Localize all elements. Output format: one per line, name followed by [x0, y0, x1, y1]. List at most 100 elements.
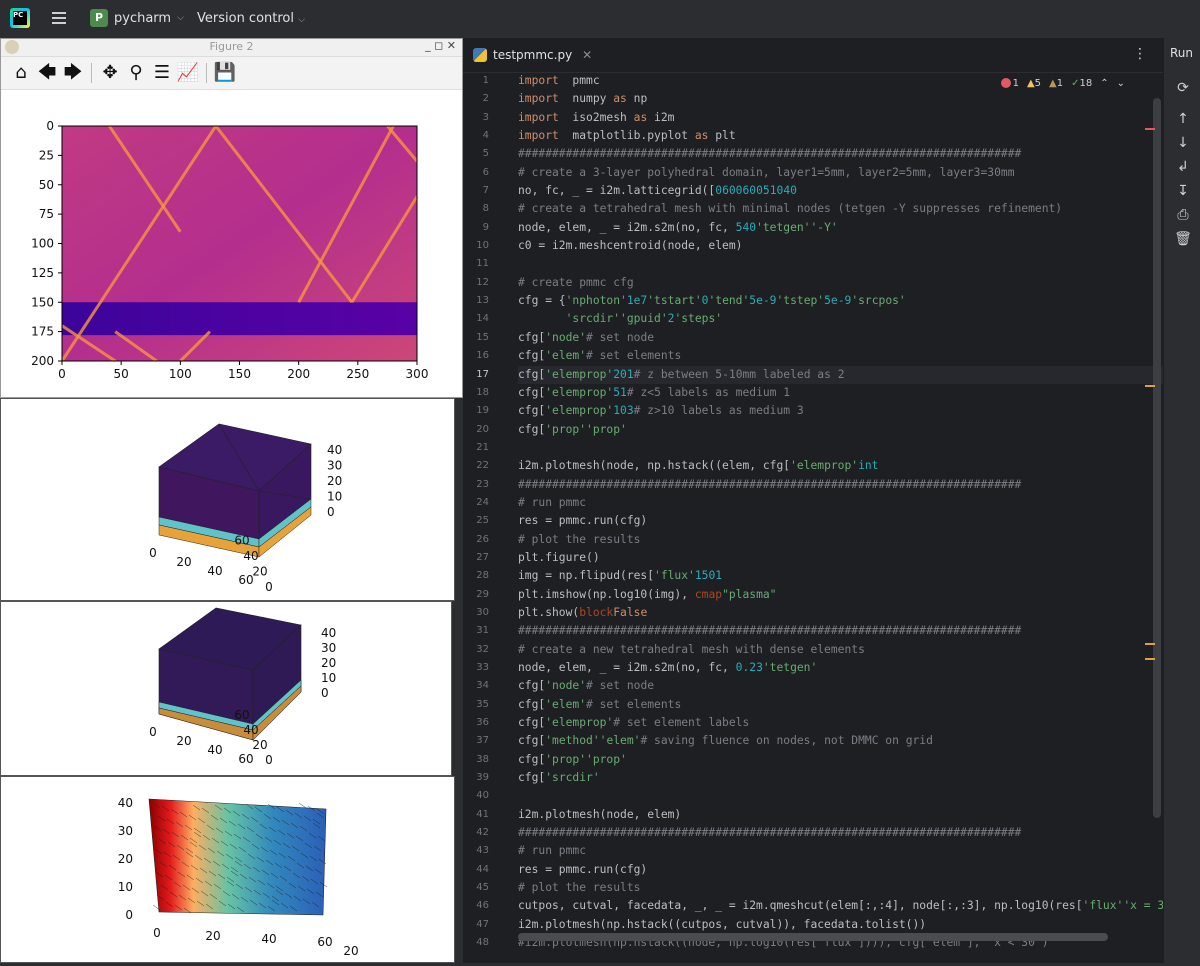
scroll-end-icon[interactable]: ↧ — [1173, 183, 1193, 199]
code-line[interactable]: node, elem, _ = i2m.s2m(no, fc, 540'tetg… — [518, 219, 1163, 237]
code-token: 5 — [762, 184, 770, 198]
code-line[interactable]: ########################################… — [518, 824, 1163, 842]
code-token: iso2mesh — [558, 110, 634, 124]
code-line[interactable]: 'srcdir''gpuid'2'steps' — [518, 310, 1163, 328]
code-line[interactable]: plt.figure() — [518, 549, 1163, 567]
code-line[interactable]: node, elem, _ = i2m.s2m(no, fc, 0.23'tet… — [518, 659, 1163, 677]
tab-testpmmc[interactable]: testpmmc.py ✕ — [473, 38, 592, 72]
axes-icon[interactable]: 📈 — [176, 61, 200, 85]
code-line[interactable]: import iso2mesh as i2m — [518, 109, 1163, 127]
code-line[interactable]: cfg['elemprop'103# z>10 labels as medium… — [518, 402, 1163, 420]
code-token: img = np.flipud(res[ — [518, 569, 655, 583]
code-line[interactable]: cfg['elemprop'201# z between 5-10mm labe… — [518, 365, 1163, 384]
code-token: i2m — [647, 110, 675, 124]
code-line[interactable]: i2m.plotmesh(node, np.hstack((elem, cfg[… — [518, 457, 1163, 475]
warning-stripe-marker[interactable] — [1145, 658, 1155, 660]
warning-stripe-marker[interactable] — [1145, 385, 1155, 387]
pycharm-logo-icon[interactable]: PC — [10, 8, 30, 28]
y-tick-label: 0 — [265, 580, 273, 594]
main-menu-icon[interactable] — [52, 12, 66, 24]
code-line[interactable]: res = pmmc.run(cfg) — [518, 861, 1163, 879]
rerun-icon[interactable]: ⟳ — [1173, 80, 1193, 96]
code-area[interactable]: import pmmc import numpy as np import iso2… — [518, 72, 1178, 953]
code-line[interactable]: res = pmmc.run(cfg) — [518, 512, 1163, 530]
code-line[interactable]: # run pmmc — [518, 494, 1163, 512]
line-number: 18 — [476, 386, 489, 398]
horizontal-scrollbar[interactable] — [518, 933, 1108, 941]
code-line[interactable]: import numpy as np — [518, 90, 1163, 108]
code-line[interactable]: # create pmmc cfg — [518, 274, 1163, 292]
error-stripe-marker[interactable] — [1145, 128, 1155, 130]
trash-icon[interactable]: 🗑 — [1173, 231, 1193, 247]
zoom-icon[interactable]: ⚲ — [124, 61, 148, 85]
code-line[interactable]: i2m.plotmesh(node, elem) — [518, 806, 1163, 824]
code-line[interactable]: ########################################… — [518, 622, 1163, 640]
code-line[interactable]: cfg['node'# set node — [518, 329, 1163, 347]
code-token: import — [518, 129, 559, 143]
code-line[interactable]: cfg['prop''prop' — [518, 421, 1163, 439]
vcs-selector[interactable]: Version control ⌵ — [197, 11, 305, 26]
close-icon[interactable]: ✕ — [582, 48, 592, 62]
code-line[interactable]: cutpos, cutval, facedata, _, _ = i2m.qme… — [518, 897, 1178, 915]
code-line[interactable]: # create a 3-layer polyhedral domain, la… — [518, 164, 1163, 182]
down-arrow-icon[interactable]: ↓ — [1173, 135, 1193, 151]
pan-icon[interactable]: ✥ — [98, 61, 122, 85]
forward-icon[interactable]: 🡆 — [61, 61, 85, 85]
code-token: 5e-9 — [749, 294, 777, 308]
window-controls[interactable]: _ ◻ ✕ — [425, 39, 456, 52]
code-line[interactable]: cfg['method''elem'# saving fluence on no… — [518, 732, 1163, 750]
code-line[interactable]: cfg['elem'# set elements — [518, 347, 1163, 365]
code-line[interactable]: plt.show(blockFalse — [518, 604, 1163, 622]
code-line[interactable]: # run pmmc — [518, 842, 1163, 860]
code-line[interactable]: # plot the results — [518, 531, 1163, 549]
code-token: 'elemprop' — [545, 716, 614, 730]
heatmap-low-band — [62, 302, 417, 336]
more-options-icon[interactable]: ⋮ — [1133, 46, 1147, 62]
code-token: cfg[ — [518, 679, 546, 693]
run-label[interactable]: Run — [1170, 46, 1193, 60]
z-tick-label: 30 — [118, 824, 133, 838]
toolbar-separator — [206, 63, 207, 83]
code-line[interactable]: cfg['elemprop'# set element labels — [518, 714, 1163, 732]
x-tick-label: 20 — [176, 555, 191, 569]
line-number: 16 — [476, 350, 489, 362]
code-line[interactable]: ########################################… — [518, 145, 1163, 163]
code-line[interactable]: # create a new tetrahedral mesh with den… — [518, 641, 1163, 659]
code-line[interactable]: import pmmc — [518, 72, 1163, 90]
print-icon[interactable]: ⎙ — [1173, 207, 1193, 223]
vertical-scrollbar[interactable] — [1153, 98, 1161, 818]
code-line[interactable]: cfg['elem'# set elements — [518, 696, 1163, 714]
code-token: False — [613, 605, 648, 619]
code-line[interactable]: cfg['elemprop'51# z<5 labels as medium 1 — [518, 384, 1163, 402]
back-icon[interactable]: 🡄 — [35, 61, 59, 85]
code-line[interactable]: no, fc, _ = i2m.latticegrid([06006005104… — [518, 182, 1163, 200]
code-line[interactable]: img = np.flipud(res['flux'1501 — [518, 567, 1163, 585]
code-line[interactable] — [518, 439, 1163, 457]
wrap-icon[interactable]: ↲ — [1173, 159, 1193, 175]
code-line[interactable]: cfg['prop''prop' — [518, 751, 1163, 769]
code-line[interactable]: # create a tetrahedral mesh with minimal… — [518, 200, 1163, 218]
code-line[interactable]: ########################################… — [518, 476, 1163, 494]
figure-titlebar[interactable]: Figure 2 _ ◻ ✕ — [1, 39, 462, 57]
warning-stripe-marker[interactable] — [1145, 643, 1155, 645]
x-tick-label: 300 — [406, 367, 429, 381]
line-number: 27 — [476, 551, 489, 563]
code-line[interactable]: cfg = {'nphoton'1e7'tstart'0'tend'5e-9't… — [518, 292, 1163, 310]
code-line[interactable] — [518, 787, 1163, 805]
up-arrow-icon[interactable]: ↑ — [1173, 111, 1193, 127]
code-line[interactable]: i2m.plotmesh(np.hstack((cutpos, cutval))… — [518, 916, 1163, 934]
code-line[interactable]: # plot the results — [518, 879, 1163, 897]
code-line[interactable] — [518, 255, 1163, 273]
code-line[interactable]: import matplotlib.pyplot as plt — [518, 127, 1163, 145]
line-number: 24 — [476, 496, 489, 508]
x-tick-label: 0 — [149, 546, 157, 560]
code-line[interactable]: cfg['node'# set node — [518, 677, 1163, 695]
code-line[interactable]: plt.imshow(np.log10(img), cmap"plasma" — [518, 586, 1163, 604]
project-selector[interactable]: P pycharm ⌵ — [90, 7, 184, 29]
code-line[interactable]: c0 = i2m.meshcentroid(node, elem) — [518, 237, 1163, 255]
code-line[interactable]: cfg['srcdir' — [518, 769, 1163, 787]
save-icon[interactable]: 💾 — [213, 61, 237, 85]
configure-icon[interactable]: ☰ — [150, 61, 174, 85]
line-number: 2 — [482, 93, 489, 105]
home-icon[interactable]: ⌂ — [9, 61, 33, 85]
